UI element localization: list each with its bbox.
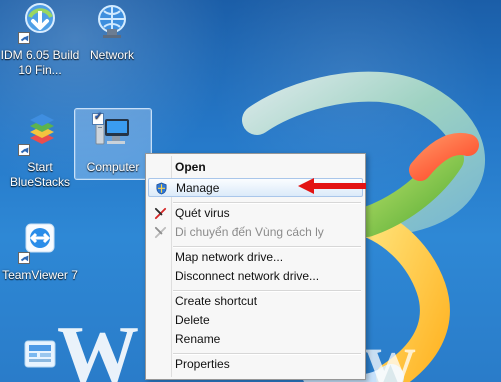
bluestacks-icon: [18, 112, 62, 156]
menu-separator: [173, 202, 361, 203]
virus-scan-icon: [154, 207, 167, 220]
check-icon: ✓: [94, 111, 103, 122]
shortcut-overlay-icon: [18, 144, 30, 156]
menu-item-label: Disconnect network drive...: [175, 269, 320, 283]
control-panel-icon: [18, 334, 62, 378]
menu-item-properties[interactable]: Properties: [148, 355, 363, 374]
menu-item-label: Manage: [176, 181, 220, 195]
menu-item-rename[interactable]: Rename: [148, 330, 363, 349]
desktop-icon-computer[interactable]: ✓ Computer: [74, 108, 152, 180]
shortcut-overlay-icon: [18, 32, 30, 44]
menu-item-label: Rename: [175, 332, 221, 346]
svg-text:w: w: [365, 321, 416, 382]
desktop-icon-label: TeamViewer 7: [2, 268, 78, 282]
menu-item-quet-virus[interactable]: Quét virus: [148, 204, 363, 223]
menu-item-create-shortcut[interactable]: Create shortcut: [148, 292, 363, 311]
menu-separator: [173, 353, 361, 354]
shortcut-overlay-icon: [18, 252, 30, 264]
menu-item-label: Open: [175, 160, 206, 174]
menu-item-open[interactable]: Open: [148, 158, 363, 177]
menu-item-map-network-drive[interactable]: Map network drive...: [148, 248, 363, 267]
desktop-icon-bluestacks[interactable]: Start BlueStacks: [0, 112, 80, 190]
desktop-icon-network[interactable]: Network: [72, 0, 152, 63]
menu-item-label: Quét virus: [175, 206, 230, 220]
desktop-icon-label: IDM 6.05 Build 10 Fin...: [0, 48, 80, 77]
menu-item-label: Properties: [175, 357, 230, 371]
desktop: W w IDM 6.05 Build 10 Fin... Network ✓ C…: [0, 0, 501, 382]
menu-separator: [173, 246, 361, 247]
menu-separator: [173, 290, 361, 291]
red-arrow-icon: [298, 178, 366, 194]
idm-icon: [18, 0, 62, 44]
desktop-icon-label: Start BlueStacks: [9, 160, 71, 189]
teamviewer-icon: [18, 220, 62, 264]
desktop-icon-label: Computer: [86, 160, 140, 174]
quarantine-icon: [154, 226, 167, 239]
menu-item-label: Create shortcut: [175, 294, 258, 308]
shield-icon: [156, 182, 167, 195]
menu-item-quarantine: Di chuyển đến Vùng cách ly: [148, 223, 363, 242]
menu-item-label: Di chuyển đến Vùng cách ly: [175, 225, 324, 239]
computer-icon: ✓: [91, 112, 135, 156]
menu-item-disconnect-network-drive[interactable]: Disconnect network drive...: [148, 267, 363, 286]
desktop-icon-label: Network: [89, 48, 134, 62]
desktop-icon-teamviewer[interactable]: TeamViewer 7: [0, 220, 80, 283]
menu-item-label: Delete: [175, 313, 210, 327]
network-icon: [90, 0, 134, 44]
desktop-icon-control-panel[interactable]: [0, 334, 80, 382]
menu-item-label: Map network drive...: [175, 250, 284, 264]
menu-item-delete[interactable]: Delete: [148, 311, 363, 330]
desktop-icon-idm[interactable]: IDM 6.05 Build 10 Fin...: [0, 0, 80, 78]
